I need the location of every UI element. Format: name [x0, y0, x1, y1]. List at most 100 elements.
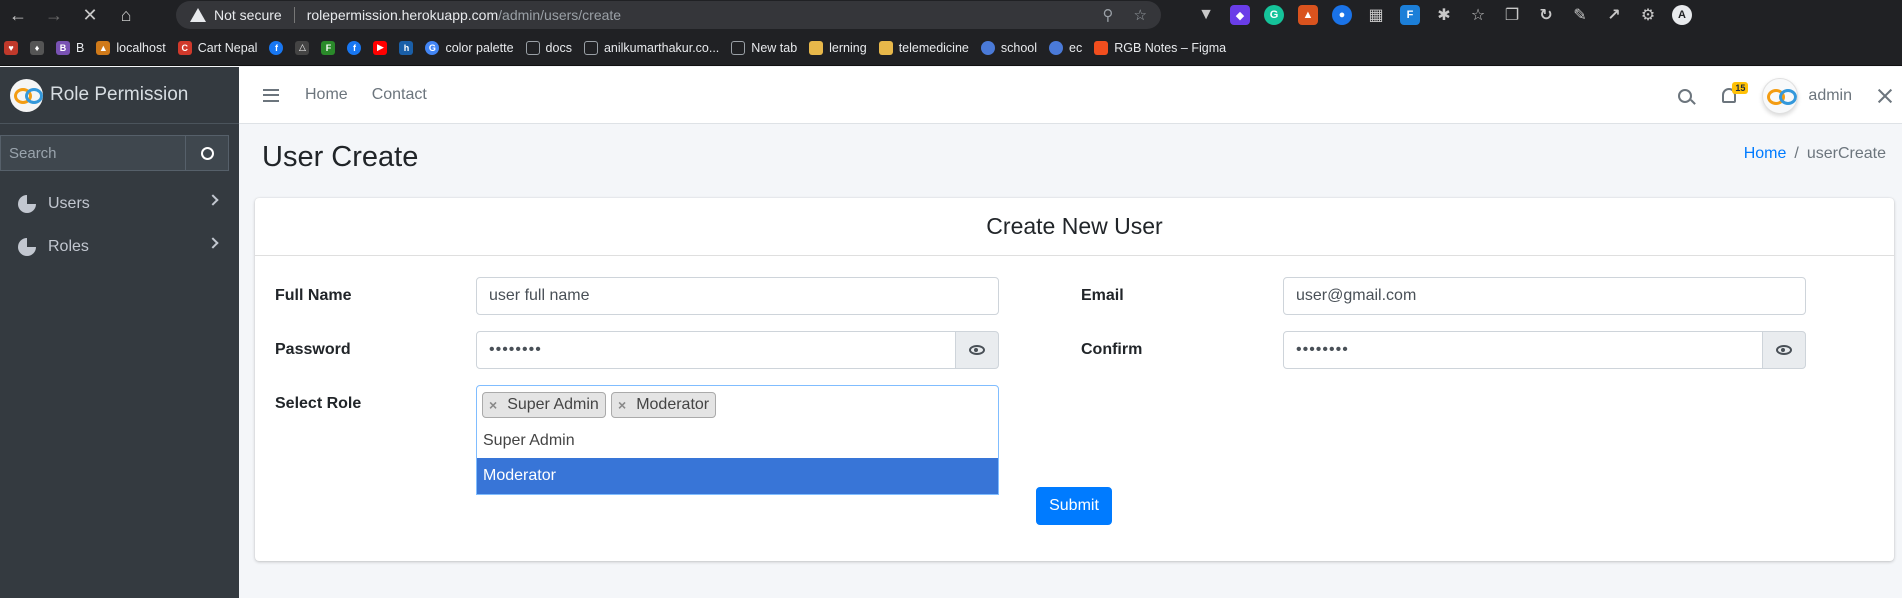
- card-title: Create New User: [255, 198, 1894, 256]
- bookmark-item[interactable]: ▲ localhost: [96, 40, 166, 55]
- confirm-toggle-button[interactable]: [1762, 331, 1806, 369]
- youtube-icon: ▶: [373, 40, 388, 55]
- grammarly-icon[interactable]: G: [1264, 5, 1284, 25]
- extension-icon: △: [295, 40, 310, 55]
- bootstrap-icon: B: [56, 40, 70, 55]
- back-icon[interactable]: ←: [0, 0, 36, 30]
- full-name-label: Full Name: [275, 287, 352, 304]
- eye-icon: [1776, 345, 1792, 355]
- role-option[interactable]: Super Admin: [477, 423, 998, 459]
- extension-icon: ♦: [30, 40, 44, 55]
- bookmark-item[interactable]: ♦: [30, 40, 44, 55]
- password-input[interactable]: ••••••••: [476, 331, 956, 369]
- pie-chart-icon: [18, 237, 36, 256]
- sidebar-item-users[interactable]: Users: [0, 182, 239, 225]
- stop-loading-icon[interactable]: ✕: [72, 0, 108, 30]
- email-label: Email: [1081, 287, 1124, 304]
- confirm-password-input[interactable]: ••••••••: [1283, 331, 1763, 369]
- favorite-star-icon[interactable]: ☆: [1134, 6, 1147, 24]
- facebook-icon: f: [347, 40, 362, 55]
- confirm-label: Confirm: [1081, 341, 1143, 358]
- sidebar-search-button[interactable]: [185, 135, 229, 171]
- full-name-input[interactable]: [476, 277, 999, 315]
- favorites-icon[interactable]: ☆: [1468, 5, 1488, 25]
- forward-icon[interactable]: →: [36, 0, 72, 30]
- collections-icon[interactable]: ❐: [1502, 5, 1522, 25]
- fullscreen-icon[interactable]: [1878, 89, 1892, 103]
- user-name[interactable]: admin: [1808, 87, 1852, 105]
- bookmark-item[interactable]: school: [980, 40, 1037, 55]
- nav-link-home[interactable]: Home: [305, 86, 348, 104]
- bookmark-item[interactable]: F: [321, 40, 336, 55]
- new-tab-icon: [731, 40, 746, 55]
- folder-icon: [878, 40, 893, 55]
- remove-icon[interactable]: ×: [618, 397, 626, 413]
- home-icon[interactable]: ⌂: [108, 0, 144, 30]
- email-input[interactable]: [1283, 277, 1806, 315]
- page-icon: [583, 40, 598, 55]
- bookmark-item[interactable]: docs: [525, 40, 572, 55]
- google-icon: G: [425, 40, 440, 55]
- pie-chart-icon: [18, 194, 36, 213]
- menu-toggle-icon[interactable]: [263, 88, 279, 102]
- sidebar-item-roles[interactable]: Roles: [0, 225, 239, 268]
- bookmark-item[interactable]: f: [269, 40, 284, 55]
- bookmark-item[interactable]: lerning: [809, 40, 867, 55]
- extension-icon[interactable]: ◆: [1230, 5, 1250, 25]
- role-multiselect[interactable]: × Super Admin × Moderator Super Admin Mo…: [476, 385, 999, 495]
- breadcrumb-current: userCreate: [1806, 145, 1886, 162]
- role-option-highlighted[interactable]: Moderator: [477, 458, 998, 494]
- hashnode-icon: h: [399, 40, 414, 55]
- extension-icon[interactable]: ✎: [1570, 5, 1590, 25]
- breadcrumb: Home / userCreate: [1743, 145, 1886, 162]
- extensions-puzzle-icon[interactable]: ✱: [1434, 5, 1454, 25]
- brand-link[interactable]: Role Permission: [0, 67, 239, 124]
- select-role-label: Select Role: [275, 395, 362, 412]
- role-chip: × Super Admin: [482, 392, 606, 418]
- password-label: Password: [275, 341, 351, 358]
- security-label: Not secure: [214, 7, 282, 23]
- history-icon[interactable]: ↻: [1536, 5, 1556, 25]
- bookmark-item[interactable]: Gcolor palette: [425, 40, 514, 55]
- extension-icon[interactable]: ●: [1332, 5, 1352, 25]
- bookmark-item[interactable]: ec: [1049, 40, 1082, 55]
- bookmark-item[interactable]: C Cart Nepal: [177, 40, 257, 55]
- bookmark-item[interactable]: h: [399, 40, 414, 55]
- warning-icon: [190, 8, 206, 22]
- extension-icon[interactable]: F: [1400, 5, 1420, 25]
- search-icon[interactable]: [1678, 88, 1693, 103]
- submit-button[interactable]: Submit: [1036, 487, 1112, 525]
- breadcrumb-home[interactable]: Home: [1744, 145, 1787, 162]
- heart-icon: ♥: [4, 40, 18, 55]
- bookmark-item[interactable]: ▶: [373, 40, 388, 55]
- bookmark-item[interactable]: △: [295, 40, 310, 55]
- address-bar[interactable]: Not secure rolepermission.herokuapp.com /…: [176, 1, 1161, 29]
- search-icon: [200, 146, 214, 160]
- bookmark-item[interactable]: ♥: [4, 40, 18, 55]
- bookmark-item[interactable]: anilkumarthakur.co...: [583, 40, 719, 55]
- bookmark-item[interactable]: New tab: [731, 40, 797, 55]
- bookmark-item[interactable]: telemedicine: [878, 40, 969, 55]
- avatar[interactable]: [1762, 77, 1799, 114]
- extension-icon[interactable]: ▦: [1366, 5, 1386, 25]
- bell-icon[interactable]: 15: [1722, 82, 1749, 103]
- profile-avatar[interactable]: A: [1672, 5, 1692, 25]
- sidebar: Role Permission Users Roles: [0, 67, 239, 598]
- extension-icon[interactable]: ⚙: [1638, 5, 1658, 25]
- extension-icon: F: [321, 40, 336, 55]
- nav-link-contact[interactable]: Contact: [372, 86, 427, 104]
- bookmark-item[interactable]: f: [347, 40, 362, 55]
- bookmark-item[interactable]: RGB Notes – Figma: [1094, 40, 1226, 55]
- url-host: rolepermission.herokuapp.com: [306, 7, 499, 23]
- infinity-logo-icon: [10, 78, 43, 112]
- vuejs-extension-icon[interactable]: ▼: [1196, 5, 1216, 25]
- extension-icon[interactable]: ▲: [1298, 5, 1318, 25]
- school-icon: [980, 40, 995, 55]
- bookmark-item[interactable]: BB: [56, 40, 84, 55]
- password-toggle-button[interactable]: [955, 331, 999, 369]
- remove-icon[interactable]: ×: [489, 397, 497, 413]
- share-icon[interactable]: ↗: [1604, 5, 1624, 25]
- sidebar-search-input[interactable]: [0, 135, 185, 171]
- key-icon[interactable]: ⚲: [1103, 6, 1114, 24]
- figma-icon: [1094, 40, 1109, 55]
